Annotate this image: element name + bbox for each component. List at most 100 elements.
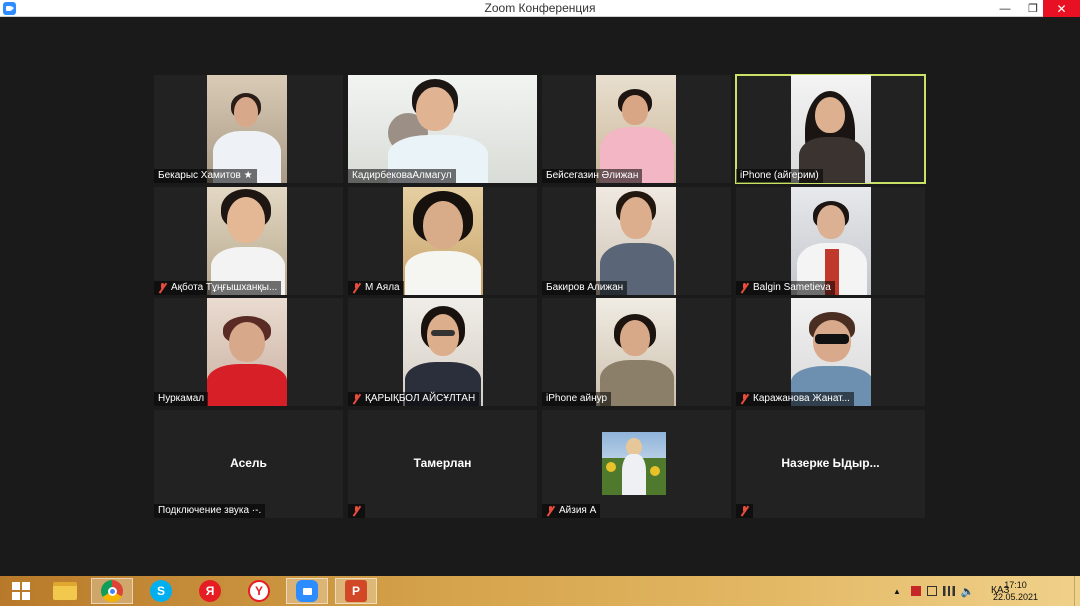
participant-video — [403, 187, 483, 295]
taskbar-zoom[interactable] — [286, 578, 328, 604]
participant-name-tag: Нуркамал — [154, 392, 209, 406]
taskbar-yandex[interactable]: Я — [189, 578, 231, 604]
participant-tile[interactable]: ҚАРЫҚБОЛ АЙСҰЛТАН — [348, 298, 537, 406]
clock-time: 17:10 — [1004, 580, 1027, 590]
muted-mic-icon — [546, 506, 555, 516]
participant-video — [207, 187, 287, 295]
start-button[interactable] — [0, 578, 42, 604]
participant-tile[interactable]: Каражанова Жанат... — [736, 298, 925, 406]
participant-name: Айзия А — [559, 505, 597, 516]
participant-tile[interactable]: Айзия А — [542, 410, 731, 518]
tray-app-icon[interactable] — [926, 586, 937, 596]
clock-date: 22.05.2021 — [992, 592, 1038, 602]
muted-mic-icon — [158, 283, 167, 293]
participant-tile[interactable]: Ақбота Тұңғышханқы... — [154, 187, 343, 295]
participant-name: iPhone (айгерим) — [740, 170, 819, 181]
muted-mic-icon — [740, 283, 749, 293]
participant-tile[interactable]: Бейсегазин Әлижан — [542, 75, 731, 183]
participant-name-tag: Бакиров Алижан — [542, 281, 628, 295]
muted-mic-icon — [740, 506, 749, 516]
participant-tile[interactable]: М Аяла — [348, 187, 537, 295]
participant-name-tag: Ақбота Тұңғышханқы... — [154, 281, 282, 295]
taskbar-chrome[interactable] — [91, 578, 133, 604]
participant-tile-active-speaker[interactable]: iPhone (айгерим) — [735, 74, 926, 184]
zoom-icon — [296, 580, 318, 602]
taskbar-yandex-browser[interactable]: Y — [238, 578, 280, 604]
participant-video — [596, 75, 676, 183]
participant-video — [791, 298, 871, 406]
participant-name: Каражанова Жанат... — [753, 393, 850, 404]
participant-name-tag: Бекарыс Хамитов ★ — [154, 169, 257, 183]
participant-name-tag: М Аяла — [348, 281, 404, 295]
participant-video — [403, 298, 483, 406]
muted-mic-icon — [740, 394, 749, 404]
participant-name-tag: Balgin Sametieva — [736, 281, 835, 295]
participant-name: Нуркамал — [158, 393, 205, 404]
taskbar-skype[interactable]: S — [140, 578, 182, 604]
show-desktop-button[interactable] — [1074, 576, 1080, 606]
participant-name-tag: КадирбековаАлмагул — [348, 169, 456, 183]
muted-mic-icon — [352, 506, 361, 516]
participant-center-name: Назерке Ыдыр... — [781, 456, 880, 470]
taskbar-file-explorer[interactable] — [44, 578, 86, 604]
participant-tile[interactable]: Асель Подключение звука ·-. — [154, 410, 343, 518]
participant-name-tag: ҚАРЫҚБОЛ АЙСҰЛТАН — [348, 392, 480, 406]
muted-mic-icon — [352, 394, 361, 404]
participant-profile-photo — [602, 432, 666, 495]
minimize-button[interactable]: — — [990, 0, 1020, 17]
yandex-browser-icon: Y — [248, 580, 270, 602]
windows-taskbar: S Я Y P ▲ 🔈 ҚАЗ 17:10 22.05.2021 — [0, 576, 1080, 606]
taskbar-clock[interactable]: 17:10 22.05.2021 — [993, 579, 1038, 603]
participant-tile[interactable]: Нуркамал — [154, 298, 343, 406]
participant-name: Бекарыс Хамитов ★ — [158, 170, 253, 181]
participant-name: КадирбековаАлмагул — [352, 170, 452, 181]
participant-tile[interactable]: КадирбековаАлмагул — [348, 75, 537, 183]
tray-overflow-icon[interactable]: ▲ — [893, 587, 901, 596]
participant-tile[interactable]: Бекарыс Хамитов ★ — [154, 75, 343, 183]
participant-video — [791, 187, 871, 295]
participant-video — [596, 187, 676, 295]
muted-mic-icon — [352, 283, 361, 293]
taskbar-powerpoint[interactable]: P — [335, 578, 377, 604]
participant-name: Бейсегазин Әлижан — [546, 170, 639, 181]
participant-video — [791, 75, 871, 183]
chrome-icon — [101, 580, 123, 602]
tray-security-icon[interactable] — [910, 586, 921, 596]
participant-name: Бакиров Алижан — [546, 282, 624, 293]
folder-icon — [53, 582, 77, 600]
participant-center-name: Тамерлан — [413, 456, 472, 470]
close-button[interactable]: ✕ — [1043, 0, 1080, 17]
participant-name-tag: Подключение звука ·-. — [154, 504, 266, 518]
participant-tile[interactable]: Balgin Sametieva — [736, 187, 925, 295]
volume-icon[interactable]: 🔈 — [961, 585, 975, 598]
windows-logo-icon — [12, 582, 30, 600]
participant-tile[interactable]: Назерке Ыдыр... — [736, 410, 925, 518]
window-title: Zoom Конференция — [484, 1, 596, 15]
participant-name: iPhone айнур — [546, 393, 608, 404]
participant-name-tag: Айзия А — [542, 504, 601, 518]
system-tray: ▲ 🔈 — [893, 576, 975, 606]
skype-icon: S — [150, 580, 172, 602]
participant-video — [207, 75, 287, 183]
participant-video — [207, 298, 287, 406]
network-signal-icon[interactable] — [942, 586, 955, 596]
gallery-view: Бекарыс Хамитов ★ КадирбековаАлмагул Бей… — [0, 17, 1080, 576]
yandex-icon: Я — [199, 580, 221, 602]
participant-name-tag — [736, 504, 753, 518]
participant-video — [596, 298, 676, 406]
participant-name-tag: iPhone (айгерим) — [736, 169, 823, 183]
window-titlebar: Zoom Конференция — ❐ ✕ — [0, 0, 1080, 17]
participant-name: Ақбота Тұңғышханқы... — [171, 282, 278, 293]
participant-tile[interactable]: iPhone айнур — [542, 298, 731, 406]
participant-name-tag: Бейсегазин Әлижан — [542, 169, 643, 183]
audio-connecting-status: Подключение звука ·-. — [158, 505, 262, 516]
participant-tile[interactable]: Тамерлан — [348, 410, 537, 518]
participant-name: Balgin Sametieva — [753, 282, 831, 293]
participant-name-tag: iPhone айнур — [542, 392, 612, 406]
participant-name: М Аяла — [365, 282, 400, 293]
participant-name-tag: Каражанова Жанат... — [736, 392, 854, 406]
powerpoint-icon: P — [345, 580, 367, 602]
participant-center-name: Асель — [230, 456, 267, 470]
participant-name: ҚАРЫҚБОЛ АЙСҰЛТАН — [365, 393, 476, 404]
participant-tile[interactable]: Бакиров Алижан — [542, 187, 731, 295]
